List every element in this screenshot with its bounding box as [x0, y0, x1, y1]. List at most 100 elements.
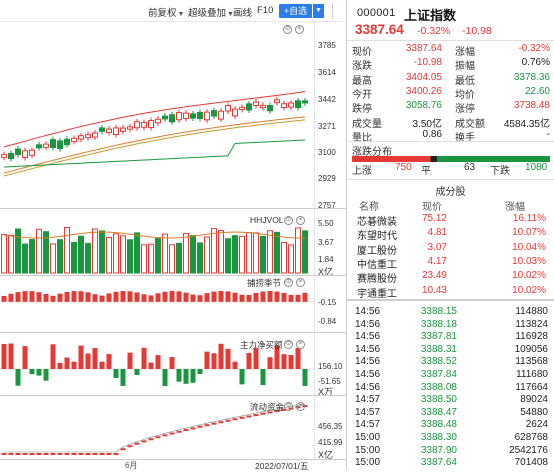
candle-body	[211, 110, 217, 117]
volume-bar	[106, 237, 112, 274]
tick-time: 14:57	[355, 406, 381, 418]
capture-bar	[120, 291, 126, 302]
capture-bar	[267, 291, 273, 302]
kline-axis-label: 2757	[318, 201, 336, 208]
close-icon[interactable]: ×	[296, 278, 305, 287]
constituent-pct: 10.04%	[512, 241, 546, 253]
flow-step	[85, 453, 91, 455]
hhjvol-pane[interactable]: HHJVOL ⊙ × 5.50 3.67 1.84 X亿	[0, 209, 346, 275]
candle-body	[92, 132, 98, 138]
flow-step	[64, 453, 70, 455]
quote-label: 涨跌	[352, 61, 372, 73]
mainforce-bar	[267, 357, 273, 369]
toolbar-adjust[interactable]: 前复权▼	[148, 5, 184, 19]
mainforce-bar	[1, 343, 7, 369]
mainforce-bar	[183, 369, 189, 384]
constituent-row[interactable]: 厦工股份 3.07 10.04%	[347, 241, 554, 257]
quote-label: 涨幅	[455, 47, 475, 58]
close-icon[interactable]: ×	[296, 402, 305, 411]
volume-bar	[204, 236, 210, 274]
mainforce-title: 主力净买额	[240, 340, 283, 350]
tick-time: 14:56	[355, 369, 381, 380]
settings-icon[interactable]: ⊙	[284, 216, 293, 225]
toolbar-overlay[interactable]: 超级叠加▼	[188, 5, 234, 19]
candle-body	[183, 112, 189, 119]
candle-body	[1, 154, 7, 158]
x-axis-date-label: 2022/07/01/五	[255, 461, 309, 471]
candle-body	[239, 106, 245, 111]
mainforce-bar	[190, 369, 196, 383]
flow-pane[interactable]: 流动资金 ⊙ × 456.35 415.99 X亿	[0, 396, 346, 459]
flow-step	[50, 453, 56, 455]
mainforce-pane[interactable]: 主力净买额 ⊙ × 156.10 -51.65 X万	[0, 333, 346, 395]
settings-icon[interactable]: ⊙	[284, 340, 293, 349]
mainforce-axis-line	[314, 333, 315, 395]
toolbar-draw[interactable]: 画线	[233, 5, 252, 19]
flow-step	[169, 432, 175, 435]
mainforce-bar	[64, 357, 70, 369]
capture-bar	[183, 292, 189, 302]
watchlist-dropdown-button[interactable]: ▼	[313, 4, 324, 18]
candle-body	[57, 140, 63, 150]
chart-area[interactable]: 前复权▼ 超级叠加▼ 画线 F10 +自选 ▼ ⊙ × 3785 3614 34…	[0, 0, 346, 471]
kline-axis-label: 3442	[318, 95, 336, 104]
mainforce-bar	[15, 369, 21, 386]
quote-label: 跌停	[352, 104, 372, 116]
volume-bar	[197, 242, 203, 274]
mainforce-bar	[57, 362, 63, 369]
mainforce-bar	[288, 354, 294, 369]
kline-axis-label: 3100	[318, 148, 336, 157]
mainforce-bar	[141, 347, 147, 369]
capture-pane[interactable]: 捕捞季节 ⊙ × -0.15 -0.84	[0, 276, 346, 332]
flow-step	[36, 453, 42, 455]
flow-step	[141, 440, 147, 443]
settings-icon[interactable]: ⊙	[283, 25, 292, 34]
constituent-row[interactable]: 中信重工 4.17 10.03%	[347, 255, 554, 271]
mainforce-bar	[246, 352, 252, 369]
tick-price: 3387.90	[420, 444, 457, 456]
mainforce-bar	[22, 346, 28, 369]
constituent-row[interactable]: 赛腾股份 23.49 10.02%	[347, 270, 554, 285]
candle-body	[8, 153, 14, 160]
constituent-row[interactable]: 东望时代 4.81 10.07%	[347, 227, 554, 242]
capture-bar	[22, 291, 28, 302]
volume-bar	[127, 239, 133, 274]
candle-body	[232, 108, 238, 117]
flow-step	[197, 425, 203, 428]
x-axis-month-label: 6月	[125, 461, 138, 470]
capture-bar	[113, 291, 119, 302]
mainforce-bar	[71, 361, 77, 369]
volume-bar	[155, 237, 161, 274]
settings-icon[interactable]: ⊙	[284, 278, 293, 287]
tick-row: 14:57 3388.50 89024	[347, 394, 554, 407]
toolbar-f10[interactable]: F10	[257, 5, 273, 16]
volume-bar	[36, 228, 42, 274]
settings-icon[interactable]: ⊙	[284, 402, 293, 411]
quote-label: 涨停	[455, 104, 475, 116]
close-icon[interactable]: ×	[295, 25, 304, 34]
header-pct: 涨幅	[505, 202, 525, 213]
kline-pane[interactable]: ⊙ × 3785 3614 3442 3271 3100 2929 2757	[0, 22, 346, 208]
capture-axis-line	[314, 276, 315, 332]
axis-corner	[315, 459, 346, 470]
constituent-row[interactable]: 宇通重工 10.43 10.02%	[347, 285, 554, 300]
tick-row: 14:57 3388.47 54880	[347, 407, 554, 420]
mainforce-bar	[43, 369, 49, 381]
add-watchlist-button[interactable]: +自选	[279, 4, 312, 18]
capture-bar	[232, 292, 238, 302]
stock-change: -10.98	[462, 25, 492, 37]
tick-time: 14:56	[355, 331, 381, 343]
flow-axis-line	[314, 396, 315, 459]
mainforce-bar	[85, 353, 91, 369]
quote-label: 现价	[352, 47, 372, 58]
tick-price: 3388.52	[420, 356, 457, 368]
kline-axis-label: 3271	[318, 122, 336, 131]
close-icon[interactable]: ×	[296, 216, 305, 225]
capture-bar	[169, 291, 175, 302]
quote-value: 0.76%	[521, 57, 550, 69]
close-icon[interactable]: ×	[296, 340, 305, 349]
constituent-price: 4.17	[427, 255, 447, 267]
hhjvol-chart	[1, 226, 308, 274]
constituent-row[interactable]: 芯碁微装 75.12 16.11%	[347, 213, 554, 228]
flow-step	[71, 453, 77, 455]
